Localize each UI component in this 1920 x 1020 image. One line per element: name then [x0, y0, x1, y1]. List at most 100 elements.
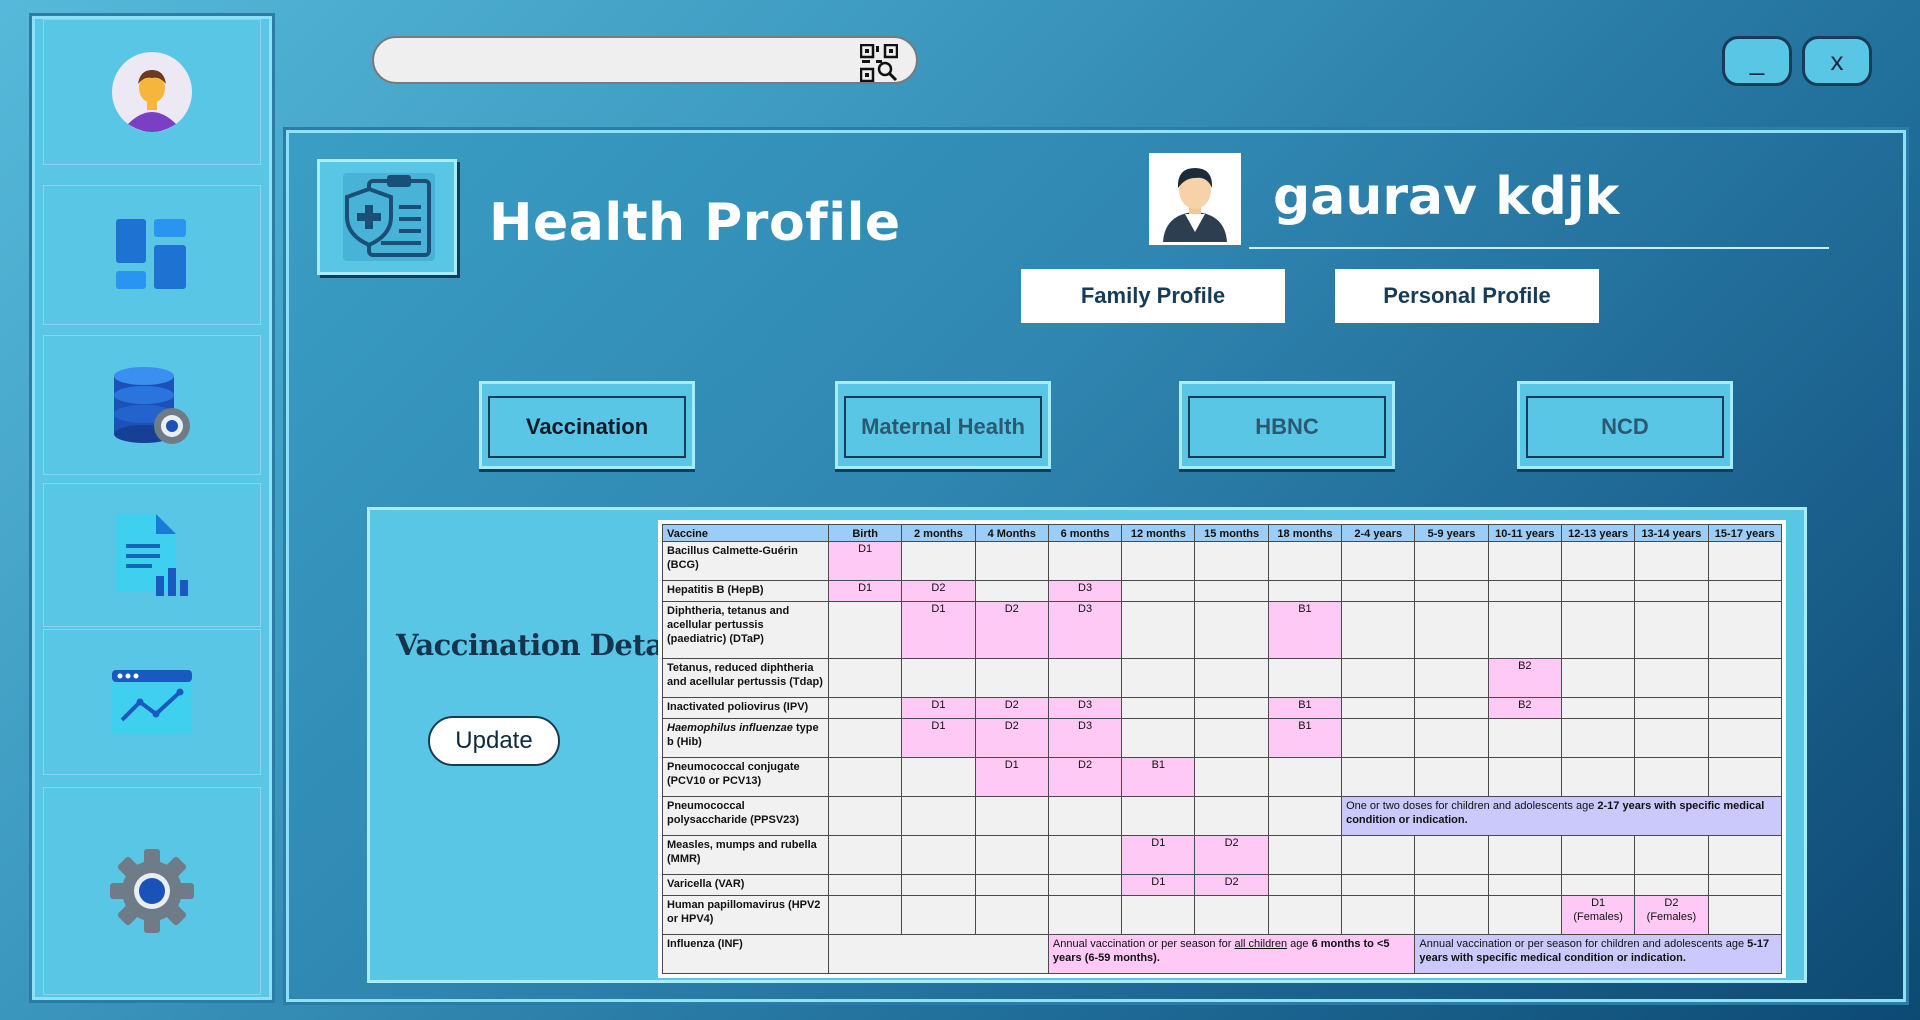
dose-cell: D2 (Females)	[1634, 895, 1709, 935]
dashboard-icon	[116, 219, 186, 289]
note-text: Annual vaccination or per season for	[1052, 937, 1235, 950]
dose-cell: B1	[1267, 718, 1343, 758]
dose-cell: B2	[1487, 696, 1562, 720]
dose-cell	[1047, 834, 1123, 875]
dose-cell: D3	[1047, 696, 1123, 720]
vaccine-name: Haemophilus influenzae type b (Hib)	[662, 718, 829, 758]
report-icon	[116, 514, 188, 596]
dose-cell	[1634, 579, 1709, 603]
dose-cell	[1341, 541, 1416, 581]
health-clipboard-icon	[343, 173, 435, 261]
schedule-note: Annual vaccination or per season for chi…	[1414, 933, 1782, 975]
vaccine-name: Hepatitis B (HepB)	[662, 579, 829, 603]
dose-cell	[974, 895, 1049, 935]
dose-cell	[1341, 756, 1416, 797]
table-header: 2 months	[901, 524, 976, 542]
table-header: Vaccine	[662, 524, 829, 542]
dose-cell	[1707, 541, 1783, 581]
dose-cell	[1047, 795, 1123, 836]
vaccine-name: Varicella (VAR)	[662, 873, 829, 897]
sidebar-item-analytics[interactable]	[43, 629, 261, 775]
main-panel: Health Profile gaurav kdjk Family Profil…	[286, 130, 1906, 1002]
tab-label: NCD	[1526, 396, 1724, 458]
tab-label: Vaccination	[488, 396, 686, 458]
table-row: Influenza (INF) Annual vaccination or per…	[662, 933, 1782, 975]
dose-cell	[1121, 718, 1196, 758]
dose-cell	[827, 873, 903, 897]
sidebar-item-reports[interactable]	[43, 483, 261, 627]
dose-cell	[1634, 541, 1709, 581]
dose-cell	[901, 895, 976, 935]
close-button[interactable]: x	[1802, 36, 1872, 86]
dose-cell	[1341, 696, 1416, 720]
tab-label: HBNC	[1188, 396, 1386, 458]
page-title: Health Profile	[489, 193, 901, 253]
health-logo	[317, 159, 457, 275]
table-row: Hepatitis B (HepB) D1 D2 D3	[662, 579, 1783, 603]
dose-cell	[1707, 696, 1783, 720]
search-input[interactable]	[372, 36, 918, 84]
dose-cell	[1047, 541, 1123, 581]
settings-icon	[110, 849, 194, 933]
vaccine-name: Tetanus, reduced diphtheria and acellula…	[662, 657, 829, 698]
table-header: 12-13 years	[1560, 524, 1636, 542]
dose-cell	[974, 795, 1049, 836]
table-header: 15 months	[1194, 524, 1269, 542]
dose-cell	[1267, 541, 1343, 581]
dose-cell	[1194, 601, 1269, 659]
table-header: 4 Months	[974, 524, 1049, 542]
qr-search-icon[interactable]	[860, 44, 898, 82]
minimize-button[interactable]: _	[1722, 36, 1792, 86]
dose-cell	[827, 657, 903, 698]
tab-hbnc[interactable]: HBNC	[1179, 381, 1395, 469]
dose-cell	[1341, 657, 1416, 698]
table-row: Bacillus Calmette-Guérin (BCG) D1	[662, 541, 1783, 581]
update-button[interactable]: Update	[428, 716, 560, 766]
dose-cell	[1707, 756, 1783, 797]
profile-avatar-icon	[1163, 168, 1227, 242]
dose-cell	[1194, 756, 1269, 797]
dose-cell	[1487, 579, 1562, 603]
dose-cell: D3	[1047, 718, 1123, 758]
dose-cell	[1487, 718, 1562, 758]
tab-vaccination[interactable]: Vaccination	[479, 381, 695, 469]
dose-cell	[1634, 834, 1709, 875]
dose-cell	[974, 579, 1049, 603]
vaccine-name: Influenza (INF)	[662, 933, 829, 975]
table-row: Pneumococcal conjugate (PCV10 or PCV13) D…	[662, 756, 1783, 797]
vaccine-name: Pneumococcal polysaccharide (PPSV23)	[662, 795, 829, 836]
sidebar-item-settings[interactable]	[43, 787, 261, 995]
vaccine-name-italic: Haemophilus influenzae	[667, 722, 793, 735]
tab-maternal-health[interactable]: Maternal Health	[835, 381, 1051, 469]
vaccine-name: Diphtheria, tetanus and acellular pertus…	[662, 601, 829, 659]
dose-cell	[1634, 696, 1709, 720]
dose-cell: D2	[974, 696, 1049, 720]
vaccine-name: Human papillomavirus (HPV2 or HPV4)	[662, 895, 829, 935]
family-profile-button[interactable]: Family Profile	[1021, 269, 1285, 323]
dose-cell	[1560, 873, 1636, 897]
dose-cell	[1341, 601, 1416, 659]
dose-cell	[1414, 834, 1489, 875]
dose-cell	[1267, 657, 1343, 698]
sidebar-item-database[interactable]	[43, 335, 261, 475]
dose-cell	[974, 834, 1049, 875]
tab-ncd[interactable]: NCD	[1517, 381, 1733, 469]
dose-cell: B1	[1267, 696, 1343, 720]
vaccine-name: Measles, mumps and rubella (MMR)	[662, 834, 829, 875]
table-row: Tetanus, reduced diphtheria and acellula…	[662, 657, 1783, 698]
dose-cell	[827, 895, 903, 935]
personal-profile-button[interactable]: Personal Profile	[1335, 269, 1599, 323]
dose-cell	[1341, 718, 1416, 758]
dose-cell	[1560, 579, 1636, 603]
dose-cell: D1	[974, 756, 1049, 797]
dose-cell	[1707, 834, 1783, 875]
sidebar-item-dashboard[interactable]	[43, 185, 261, 325]
dose-cell: D2	[974, 718, 1049, 758]
sidebar-item-profile[interactable]	[43, 19, 261, 165]
tab-label: Maternal Health	[844, 396, 1042, 458]
dose-cell	[1560, 541, 1636, 581]
table-row: Pneumococcal polysaccharide (PPSV23) One …	[662, 795, 1782, 836]
dose-cell	[1267, 873, 1343, 897]
schedule-note: One or two doses for children and adoles…	[1341, 795, 1782, 836]
dose-cell	[1341, 895, 1416, 935]
